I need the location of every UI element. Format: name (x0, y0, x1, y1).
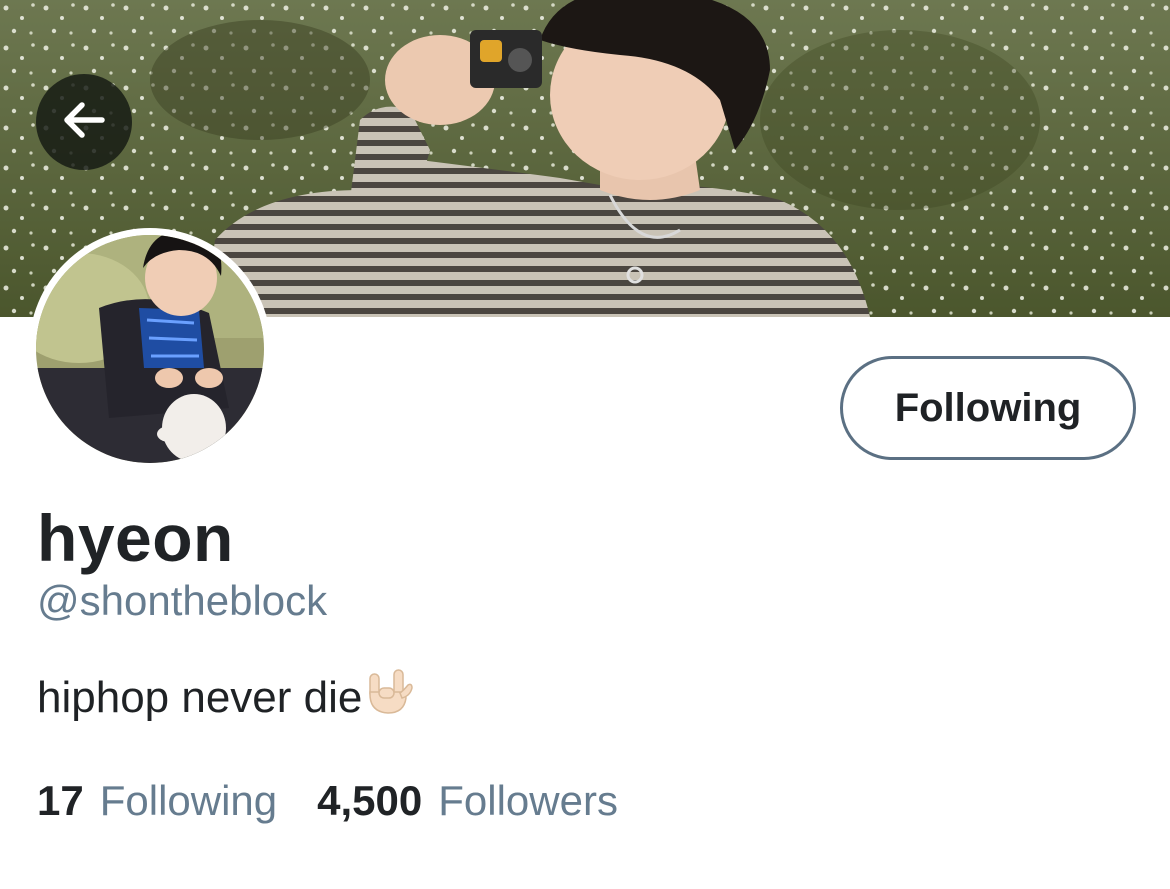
avatar[interactable] (29, 228, 271, 470)
following-label: Following (99, 777, 278, 824)
following-count: 17 (37, 777, 84, 824)
followers-stat[interactable]: 4,500 Followers (317, 777, 618, 825)
followers-count: 4,500 (317, 777, 423, 824)
following-stat[interactable]: 17 Following (37, 777, 277, 825)
following-button[interactable]: Following (840, 356, 1136, 460)
profile-stats: 17 Following 4,500 Followers (37, 777, 618, 825)
profile-page: Following hyeon @shontheblock hiphop nev… (0, 0, 1170, 889)
profile-bio: hiphop never die (37, 668, 414, 727)
back-button[interactable] (36, 74, 132, 170)
bio-text: hiphop never die (37, 672, 363, 722)
arrow-left-icon (58, 94, 110, 151)
hand-sign-i-love-you-icon (364, 668, 414, 727)
user-handle: @shontheblock (37, 577, 328, 624)
display-name: hyeon (37, 501, 234, 575)
followers-label: Followers (438, 777, 618, 824)
